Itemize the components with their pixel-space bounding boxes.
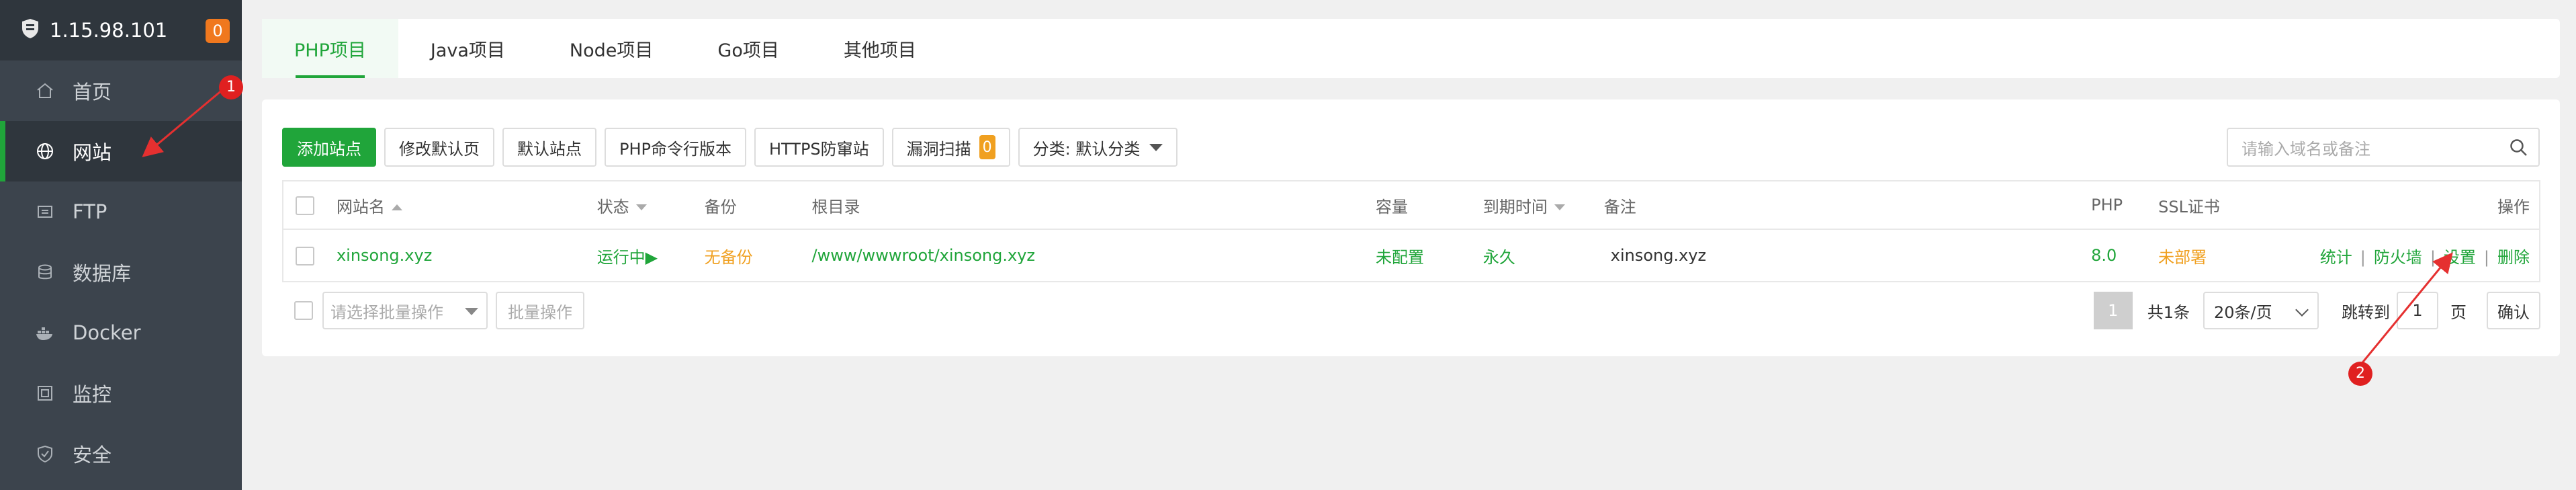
annotation-marker-2: 2 <box>2348 362 2372 386</box>
annotation-arrow-2 <box>2356 252 2453 369</box>
annotation-marker-1: 1 <box>219 75 243 99</box>
annotation-arrows <box>142 88 2453 369</box>
annotation-arrow-1 <box>142 88 224 157</box>
